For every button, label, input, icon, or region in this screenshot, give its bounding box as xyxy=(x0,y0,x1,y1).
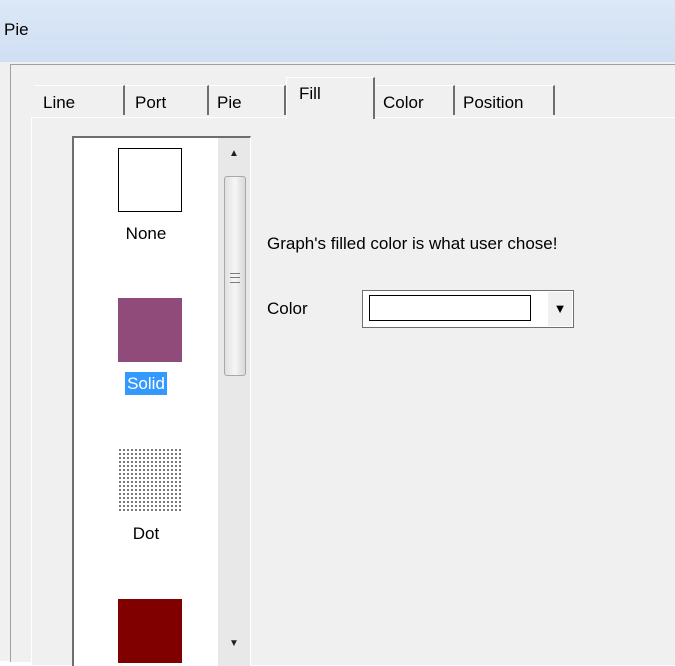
window-title: Pie xyxy=(4,20,29,39)
scroll-down-arrow-icon[interactable]: ▼ xyxy=(224,634,244,654)
fill-description: Graph's filled color is what user chose! xyxy=(267,234,558,253)
fill-pattern-list[interactable]: None Solid Dot ▲ ▼ xyxy=(72,136,251,666)
empty-swatch xyxy=(118,148,182,212)
tab-port-label: Port xyxy=(135,93,167,112)
pattern-label: None xyxy=(125,224,167,243)
scroll-thumb[interactable] xyxy=(224,176,246,376)
solid-swatch xyxy=(118,298,182,362)
title-bar: Pie xyxy=(0,0,675,62)
fill-tab-panel: None Solid Dot ▲ ▼ Graph's filled color … xyxy=(31,117,675,666)
tab-fill-label: Fill xyxy=(299,84,321,103)
tab-line-label: Line xyxy=(43,93,76,112)
tab-line[interactable]: Line xyxy=(34,85,125,115)
selected-color-swatch xyxy=(369,295,531,321)
tab-color-label: Color xyxy=(383,93,424,112)
chevron-down-icon[interactable]: ▼ xyxy=(547,292,572,326)
dot-pattern-swatch xyxy=(118,448,182,512)
grip-icon xyxy=(230,273,240,283)
tab-pie[interactable]: Pie xyxy=(209,85,286,115)
tab-position[interactable]: Position xyxy=(455,85,555,115)
color-dropdown[interactable]: ▼ xyxy=(362,290,574,328)
tab-pie-label: Pie xyxy=(217,93,242,112)
tab-port[interactable]: Port xyxy=(125,85,209,115)
pattern-item-dot[interactable]: Dot xyxy=(74,448,218,558)
tab-color[interactable]: Color xyxy=(375,85,455,115)
color-label: Color xyxy=(267,299,308,318)
list-scrollbar[interactable]: ▲ ▼ xyxy=(218,138,250,666)
dark-red-swatch xyxy=(118,599,182,663)
pattern-item-none[interactable]: None xyxy=(74,148,218,258)
dialog-body: Line Port Pie Fill Color Position None S… xyxy=(0,62,675,666)
pattern-item-solid[interactable]: Solid xyxy=(74,298,218,408)
scroll-up-arrow-icon[interactable]: ▲ xyxy=(224,144,244,164)
pattern-item-dark-red[interactable] xyxy=(74,599,218,666)
pattern-list-items: None Solid Dot xyxy=(74,138,218,666)
pattern-label: Dot xyxy=(132,524,160,543)
tab-fill[interactable]: Fill xyxy=(286,77,375,119)
pattern-label-selected: Solid xyxy=(125,372,167,395)
tab-control: Line Port Pie Fill Color Position None S… xyxy=(10,64,675,666)
tab-position-label: Position xyxy=(463,93,524,112)
